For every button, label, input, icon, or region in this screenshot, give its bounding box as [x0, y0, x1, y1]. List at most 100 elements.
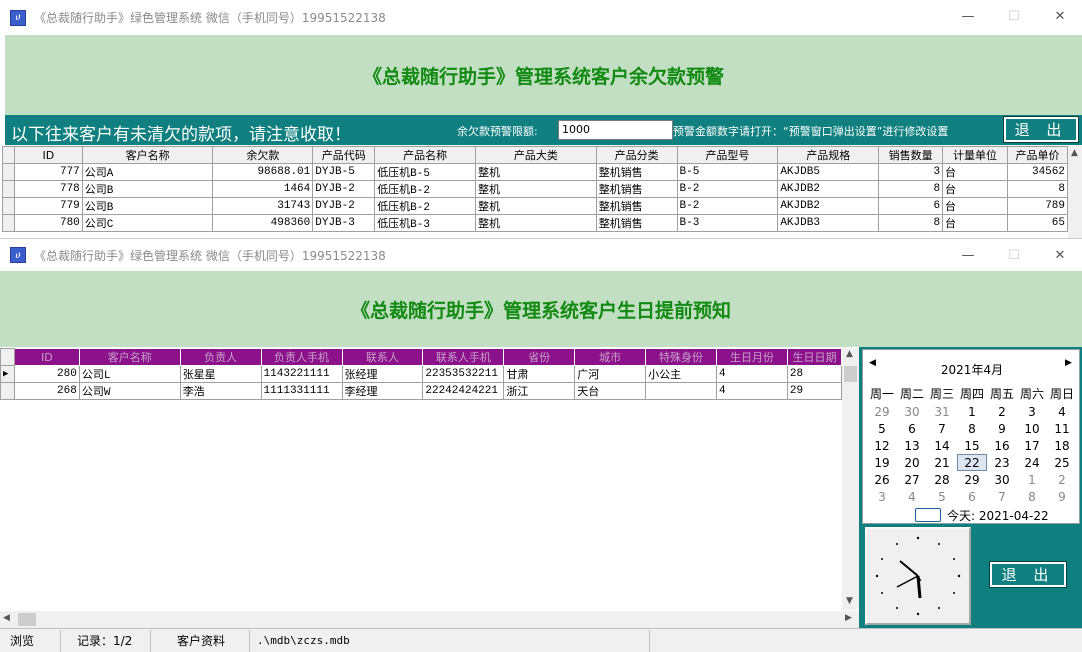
col-header[interactable]: ID [13, 348, 80, 366]
col-header[interactable]: 联系人手机 [422, 348, 505, 366]
calendar-day[interactable]: 25 [1047, 454, 1077, 471]
row-selector[interactable] [2, 214, 15, 232]
table-cell[interactable]: 4 [716, 382, 788, 400]
table-cell[interactable]: 34562 [1006, 163, 1068, 181]
table-cell[interactable]: DYJB-5 [312, 163, 376, 181]
col-header[interactable]: 生日日期 [786, 348, 842, 366]
col-header[interactable]: 客户名称 [78, 348, 181, 366]
scroll-right-icon[interactable]: ▶ [845, 613, 852, 623]
calendar[interactable]: ◀ 2021年4月 ▶ 周一 周二 周三 周四 周五 周六 周日 29 30 31 1 2 3 4 5 6 7… [862, 349, 1080, 524]
table-cell[interactable]: AKJDB2 [777, 180, 880, 198]
table-cell[interactable]: 8 [878, 180, 944, 198]
calendar-day[interactable]: 3 [867, 488, 897, 505]
col-header[interactable]: 产品代码 [312, 146, 376, 164]
calendar-day[interactable]: 17 [1017, 437, 1047, 454]
table-cell[interactable]: 台 [942, 214, 1008, 232]
table-cell[interactable]: 天台 [574, 382, 647, 400]
table-cell[interactable]: 公司C [81, 214, 214, 232]
calendar-day[interactable]: 30 [987, 471, 1017, 488]
limit-input[interactable]: 1000 [558, 120, 673, 140]
calendar-day[interactable]: 3 [1017, 403, 1047, 420]
calendar-day[interactable]: 1 [957, 403, 987, 420]
col-header[interactable]: 特殊身份 [645, 348, 717, 366]
col-header[interactable]: 产品名称 [374, 146, 476, 164]
scroll-up-icon-2[interactable]: ▲ [846, 349, 853, 359]
calendar-day[interactable]: 31 [927, 403, 957, 420]
table-cell[interactable]: B-5 [676, 163, 779, 181]
table-cell[interactable]: 3 [878, 163, 944, 181]
table-row[interactable]: 780 公司C 498360 DYJB-3 低压机B-3 整机 整机销售 B-3 AKJDB3 8… [2, 214, 1068, 232]
col-header[interactable]: 省份 [503, 348, 576, 366]
col-header[interactable]: 产品规格 [777, 146, 880, 164]
table-cell[interactable]: 31743 [212, 197, 314, 215]
table-cell[interactable]: 780 [13, 214, 83, 232]
window1-vscroll[interactable]: ▲ [1068, 146, 1082, 240]
table-cell[interactable]: 低压机B-3 [374, 214, 476, 232]
col-header[interactable]: 余欠款 [212, 146, 314, 164]
calendar-day[interactable]: 24 [1017, 454, 1047, 471]
close-icon[interactable]: ✕ [1037, 0, 1082, 32]
exit-button-1[interactable]: 退 出 [1003, 116, 1079, 143]
calendar-day[interactable]: 18 [1047, 437, 1077, 454]
calendar-month-label[interactable]: 2021年4月 [863, 361, 1081, 378]
calendar-day[interactable]: 8 [1017, 488, 1047, 505]
calendar-day[interactable]: 16 [987, 437, 1017, 454]
calendar-day[interactable]: 2 [987, 403, 1017, 420]
hscroll-thumb[interactable] [18, 613, 36, 626]
calendar-day[interactable]: 7 [987, 488, 1017, 505]
calendar-day[interactable]: 29 [867, 403, 897, 420]
calendar-day[interactable]: 5 [927, 488, 957, 505]
table-row[interactable]: 777 公司A 98688.01 DYJB-5 低压机B-5 整机 整机销售 B-5 AKJDB… [2, 163, 1068, 181]
table-cell[interactable]: 低压机B-2 [374, 180, 476, 198]
table-cell[interactable]: 整机 [475, 197, 597, 215]
table-cell[interactable]: DYJB-2 [312, 197, 376, 215]
table-row[interactable]: ▶ 280 公司L 张星星 1143221111 张经理 22353532211 甘肃 广河 小公… [0, 365, 842, 383]
calendar-day[interactable]: 4 [1047, 403, 1077, 420]
calendar-day[interactable]: 26 [867, 471, 897, 488]
table-cell[interactable]: 4 [716, 365, 788, 383]
calendar-day[interactable]: 20 [897, 454, 927, 471]
window2-titlebar[interactable]: ሀ 《总裁随行助手》绿色管理系统 微信（手机同号）19951522138 [0, 239, 1082, 271]
calendar-day[interactable]: 23 [987, 454, 1017, 471]
calendar-day[interactable]: 8 [957, 420, 987, 437]
row-selector[interactable] [2, 163, 15, 181]
table-cell[interactable]: 6 [878, 197, 944, 215]
table-cell[interactable]: 8 [878, 214, 944, 232]
calendar-day[interactable]: 4 [897, 488, 927, 505]
table-cell[interactable]: 李经理 [341, 382, 424, 400]
calendar-day[interactable]: 11 [1047, 420, 1077, 437]
table-cell[interactable]: 280 [13, 365, 80, 383]
col-header[interactable]: 产品单价 [1006, 146, 1068, 164]
table-cell[interactable]: 789 [1006, 197, 1068, 215]
scroll-up-icon[interactable]: ▲ [1071, 148, 1078, 158]
exit-button-2[interactable]: 退 出 [989, 561, 1067, 588]
table-cell[interactable]: 小公主 [645, 365, 717, 383]
table-cell[interactable]: 整机销售 [595, 214, 678, 232]
table-cell[interactable]: 张星星 [179, 365, 262, 383]
row-selector[interactable] [2, 180, 15, 198]
table-cell[interactable]: 98688.01 [212, 163, 314, 181]
col-header[interactable]: 联系人 [341, 348, 424, 366]
calendar-day[interactable]: 6 [897, 420, 927, 437]
window2-vscroll[interactable]: ▲ ▼ [842, 348, 859, 610]
table-cell[interactable]: 778 [13, 180, 83, 198]
col-header[interactable]: 客户名称 [81, 146, 214, 164]
table-cell[interactable]: 公司A [81, 163, 214, 181]
calendar-day[interactable]: 1 [1017, 471, 1047, 488]
table-cell[interactable]: 1464 [212, 180, 314, 198]
table-cell[interactable]: 整机销售 [595, 163, 678, 181]
col-header[interactable]: 计量单位 [942, 146, 1008, 164]
close-icon-2[interactable]: ✕ [1037, 239, 1082, 271]
table-cell[interactable]: DYJB-3 [312, 214, 376, 232]
row-selector[interactable] [0, 382, 15, 400]
calendar-day[interactable]: 12 [867, 437, 897, 454]
row-selector[interactable]: ▶ [0, 365, 15, 383]
table-cell[interactable]: 28 [786, 365, 842, 383]
scroll-down-icon[interactable]: ▼ [846, 596, 853, 606]
table-row[interactable]: 268 公司W 李浩 1111331111 李经理 22242424221 浙江 天台 4 29 [0, 382, 842, 400]
table-cell[interactable]: 22242424221 [422, 382, 505, 400]
col-header[interactable]: 负责人手机 [260, 348, 343, 366]
table-cell[interactable]: 整机 [475, 214, 597, 232]
calendar-day[interactable]: 30 [897, 403, 927, 420]
table-cell[interactable]: B-3 [676, 214, 779, 232]
